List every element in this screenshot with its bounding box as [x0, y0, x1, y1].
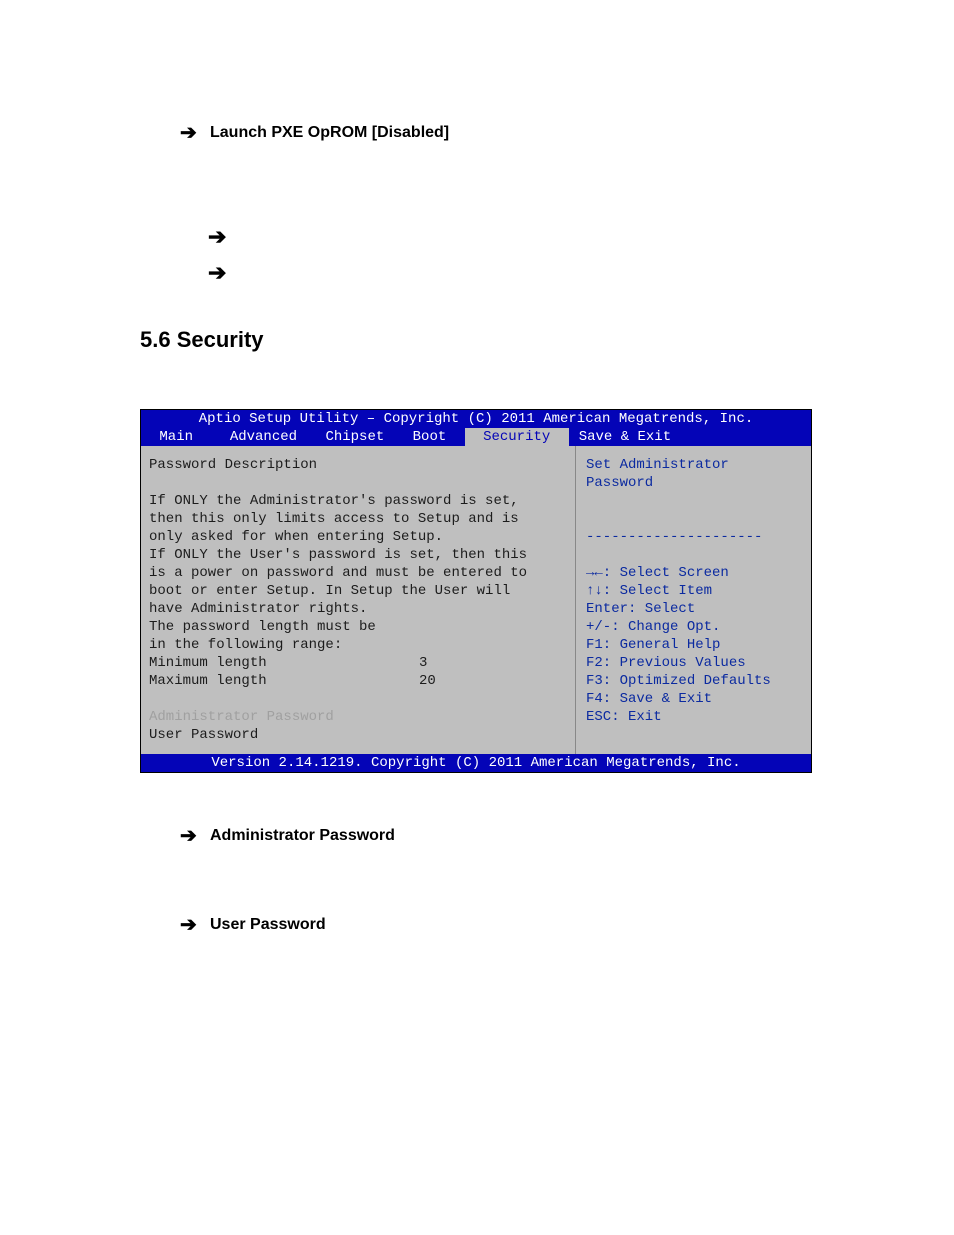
- bullet-admin-password: ➔ Administrator Password: [180, 823, 814, 848]
- pw-desc-line: in the following range:: [149, 636, 569, 654]
- bios-screenshot: Aptio Setup Utility – Copyright (C) 2011…: [140, 409, 812, 773]
- pw-desc-line: then this only limits access to Setup an…: [149, 510, 569, 528]
- user-password-item[interactable]: User Password: [149, 726, 569, 744]
- bios-right-pane: Set Administrator Password -------------…: [575, 446, 811, 754]
- help-text: Password: [586, 474, 803, 492]
- bullet-label: Launch PXE OpROM [Disabled]: [210, 124, 449, 142]
- pw-desc-line: only asked for when entering Setup.: [149, 528, 569, 546]
- pw-desc-line: is a power on password and must be enter…: [149, 564, 569, 582]
- bullet-label: Administrator Password: [210, 827, 395, 845]
- pw-desc-line: If ONLY the Administrator's password is …: [149, 492, 569, 510]
- nav-hint: F3: Optimized Defaults: [586, 672, 803, 690]
- bios-menu: Main Advanced Chipset Boot Security Save…: [141, 428, 811, 446]
- nav-hint: ↑↓: Select Item: [586, 582, 803, 600]
- nav-hint: Enter: Select: [586, 600, 803, 618]
- pw-desc-heading: Password Description: [149, 456, 569, 474]
- nav-hint: F2: Previous Values: [586, 654, 803, 672]
- bios-footer: Version 2.14.1219. Copyright (C) 2011 Am…: [141, 754, 811, 772]
- bullet-label: User Password: [210, 916, 326, 934]
- bios-title: Aptio Setup Utility – Copyright (C) 2011…: [141, 410, 811, 428]
- arrow-icon: ➔: [180, 912, 210, 937]
- nav-hint: F1: General Help: [586, 636, 803, 654]
- bullet-user-password: ➔ User Password: [180, 912, 814, 937]
- divider-dashes: ---------------------: [586, 528, 803, 546]
- arrow-icon: ➔: [180, 823, 210, 848]
- tab-boot[interactable]: Boot: [394, 428, 464, 446]
- tab-chipset[interactable]: Chipset: [315, 428, 394, 446]
- min-length-label: Minimum length: [149, 654, 419, 672]
- arrow-icon: ➔: [180, 120, 210, 145]
- nav-hint: F4: Save & Exit: [586, 690, 803, 708]
- bullet-launch-pxe: ➔ Launch PXE OpROM [Disabled]: [180, 120, 814, 145]
- pw-desc-line: The password length must be: [149, 618, 569, 636]
- pw-desc-line: If ONLY the User's password is set, then…: [149, 546, 569, 564]
- tab-main[interactable]: Main: [141, 428, 211, 446]
- arrow-icon: ➔: [208, 255, 814, 291]
- tab-save-exit[interactable]: Save & Exit: [569, 428, 681, 446]
- pw-desc-line: boot or enter Setup. In Setup the User w…: [149, 582, 569, 600]
- admin-password-item[interactable]: Administrator Password: [149, 708, 569, 726]
- max-length-label: Maximum length: [149, 672, 419, 690]
- nav-hint: +/-: Change Opt.: [586, 618, 803, 636]
- pw-desc-line: have Administrator rights.: [149, 600, 569, 618]
- tab-security[interactable]: Security: [465, 428, 569, 446]
- max-length-value: 20: [419, 672, 436, 690]
- nav-hint: ESC: Exit: [586, 708, 803, 726]
- arrow-icon: ➔: [208, 219, 814, 255]
- bios-left-pane: Password Description If ONLY the Adminis…: [141, 446, 575, 754]
- min-length-value: 3: [419, 654, 427, 672]
- section-heading: 5.6 Security: [140, 327, 814, 353]
- nav-hint: →←: Select Screen: [586, 564, 803, 582]
- tab-advanced[interactable]: Advanced: [211, 428, 315, 446]
- help-text: Set Administrator: [586, 456, 803, 474]
